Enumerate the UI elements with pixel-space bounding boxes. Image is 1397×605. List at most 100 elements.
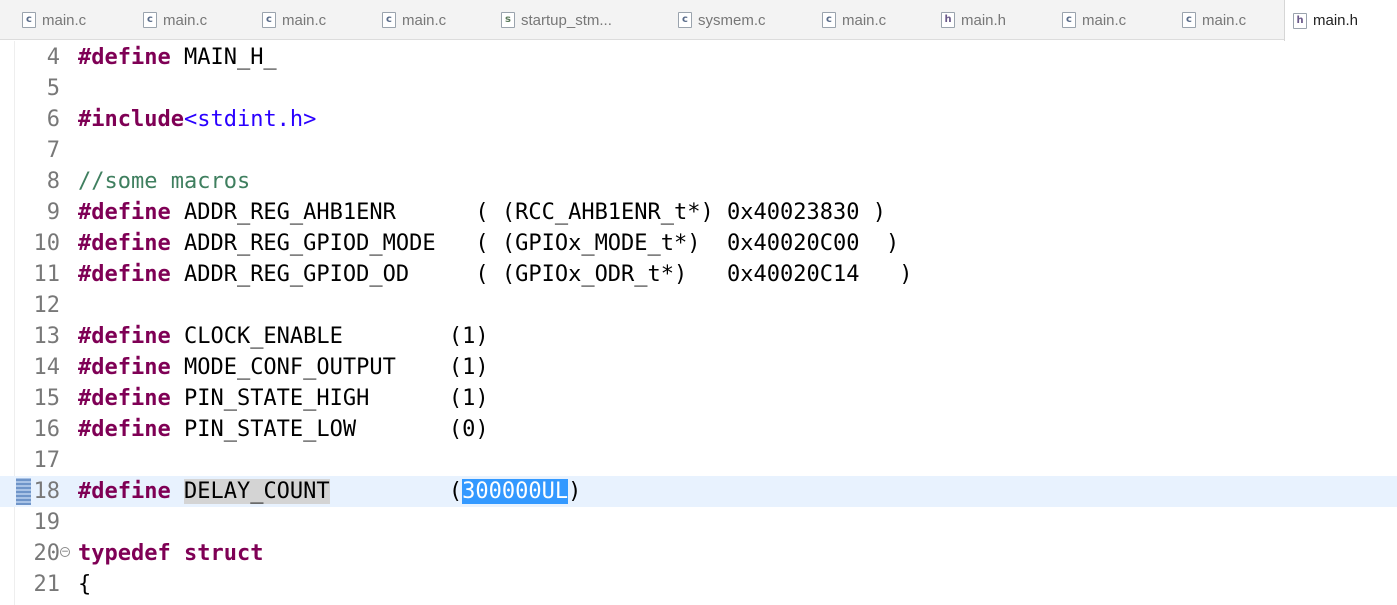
keyword-token: #define [78, 355, 171, 380]
keyword-token: #define [78, 324, 171, 349]
keyword-token: #define [78, 417, 171, 442]
editor-tab-label: main.c [163, 11, 208, 29]
editor-tab-6[interactable]: c main.c [822, 0, 886, 40]
code-line[interactable]: 21 { [0, 569, 1397, 600]
code-line[interactable]: 20− typedef struct [0, 538, 1397, 569]
keyword-token: #define [78, 200, 171, 225]
line-number: 11 [33, 262, 61, 287]
keyword-token: struct [183, 541, 264, 566]
line-number: 14 [33, 355, 61, 380]
line-number: 8 [46, 169, 60, 194]
c-file-icon: c [262, 12, 276, 28]
code-line[interactable]: 17 [0, 445, 1397, 476]
c-file-icon: c [143, 12, 157, 28]
line-number: 4 [46, 45, 60, 70]
editor-tab-label: main.c [1082, 11, 1127, 29]
code-text: #define CLOCK_ENABLE (1) [78, 321, 489, 352]
code-token: ADDR_REG_GPIOD_OD ( (GPIOx_ODR_t*) 0x400… [170, 262, 913, 287]
line-number: 16 [33, 417, 61, 442]
code-line[interactable]: 10 #define ADDR_REG_GPIOD_MODE ( (GPIOx_M… [0, 228, 1397, 259]
code-token: ADDR_REG_AHB1ENR ( (RCC_AHB1ENR_t*) 0x40… [170, 200, 886, 225]
line-number: 12 [33, 293, 61, 318]
keyword-token: #define [78, 262, 171, 287]
code-token: ADDR_REG_GPIOD_MODE ( (GPIOx_MODE_t*) 0x… [170, 231, 900, 256]
editor-tab-1[interactable]: c main.c [143, 0, 207, 40]
editor-tab-7[interactable]: h main.h [941, 0, 1006, 40]
editor-tab-10[interactable]: h main.h [1284, 0, 1397, 41]
code-line[interactable]: 14 #define MODE_CONF_OUTPUT (1) [0, 352, 1397, 383]
code-line[interactable]: 11 #define ADDR_REG_GPIOD_OD ( (GPIOx_ODR… [0, 259, 1397, 290]
code-token: CLOCK_ENABLE (1) [170, 324, 489, 349]
code-token: PIN_STATE_LOW (0) [170, 417, 489, 442]
code-text: typedef struct [78, 538, 263, 569]
editor-tab-3[interactable]: c main.c [382, 0, 446, 40]
c-file-icon: c [1062, 12, 1076, 28]
code-editor[interactable]: 4 #define MAIN_H_ 5 6 #include<stdint.h> 7 8 //… [0, 41, 1397, 605]
keyword-token: #define [78, 479, 171, 504]
code-token: PIN_STATE_HIGH (1) [170, 386, 489, 411]
editor-tab-label: main.c [42, 11, 87, 29]
code-line[interactable]: 16 #define PIN_STATE_LOW (0) [0, 414, 1397, 445]
line-number: 5 [46, 76, 60, 101]
code-line[interactable]: 15 #define PIN_STATE_HIGH (1) [0, 383, 1397, 414]
code-text: #define DELAY_COUNT (300000UL) [78, 476, 581, 507]
editor-tab-8[interactable]: c main.c [1062, 0, 1126, 40]
code-line[interactable]: 5 [0, 73, 1397, 104]
line-number: 10 [33, 231, 61, 256]
editor-tab-4[interactable]: s startup_stm... [501, 0, 612, 40]
code-line[interactable]: 4 #define MAIN_H_ [0, 42, 1397, 73]
code-line[interactable]: 8 //some macros [0, 166, 1397, 197]
editor-tab-label: main.h [961, 11, 1007, 29]
code-text: #define PIN_STATE_HIGH (1) [78, 383, 489, 414]
line-number: 18 [33, 479, 61, 504]
line-number: 20 [33, 541, 61, 566]
editor-tab-label: startup_stm... [521, 11, 612, 29]
editor-tab-label: main.c [842, 11, 887, 29]
keyword-token: #define [78, 231, 171, 256]
h-file-icon: h [1293, 12, 1307, 29]
line-number: 13 [33, 324, 61, 349]
editor-tab-bar: c main.c c main.c c main.c c main.c s startup_stm… [0, 0, 1397, 41]
editor-tab-5[interactable]: c sysmem.c [678, 0, 766, 40]
keyword-token: #define [78, 45, 171, 70]
code-text: //some macros [78, 166, 250, 197]
editor-tab-2[interactable]: c main.c [262, 0, 326, 40]
editor-tab-label: main.c [1202, 11, 1247, 29]
code-text: #include<stdint.h> [78, 104, 316, 135]
line-number: 19 [33, 510, 61, 535]
line-number: 9 [46, 200, 60, 225]
code-line[interactable]: 19 [0, 507, 1397, 538]
current-code-line[interactable]: 18 #define DELAY_COUNT (300000UL) [0, 476, 1397, 507]
code-line[interactable]: 13 #define CLOCK_ENABLE (1) [0, 321, 1397, 352]
line-number: 6 [46, 107, 60, 132]
c-file-icon: c [22, 12, 36, 28]
highlighted-occurrence: DELAY_COUNT [183, 479, 330, 504]
code-line[interactable]: 7 [0, 135, 1397, 166]
line-number: 21 [33, 572, 61, 597]
code-text: #define ADDR_REG_GPIOD_OD ( (GPIOx_ODR_t… [78, 259, 912, 290]
line-number: 15 [33, 386, 61, 411]
editor-tab-9[interactable]: c main.c [1182, 0, 1246, 40]
c-file-icon: c [382, 12, 396, 28]
editor-tab-0[interactable]: c main.c [22, 0, 86, 40]
asm-file-icon: s [501, 12, 515, 28]
comment-token: //some macros [78, 169, 251, 194]
code-text: #define ADDR_REG_GPIOD_MODE ( (GPIOx_MOD… [78, 228, 899, 259]
c-file-icon: c [678, 12, 692, 28]
code-token: MAIN_H_ [170, 45, 277, 70]
fold-collapse-icon[interactable]: − [60, 547, 70, 557]
code-line[interactable]: 9 #define ADDR_REG_AHB1ENR ( (RCC_AHB1ENR… [0, 197, 1397, 228]
code-text: { [78, 569, 91, 600]
code-text: #define ADDR_REG_AHB1ENR ( (RCC_AHB1ENR_… [78, 197, 886, 228]
include-path-token: <stdint.h> [183, 107, 317, 132]
c-file-icon: c [822, 12, 836, 28]
editor-tab-label: main.c [282, 11, 327, 29]
code-line[interactable]: 12 [0, 290, 1397, 321]
line-number: 7 [46, 138, 60, 163]
editor-tab-label: sysmem.c [698, 11, 766, 29]
code-token: ) [568, 479, 582, 504]
c-file-icon: c [1182, 12, 1196, 28]
code-line[interactable]: 6 #include<stdint.h> [0, 104, 1397, 135]
